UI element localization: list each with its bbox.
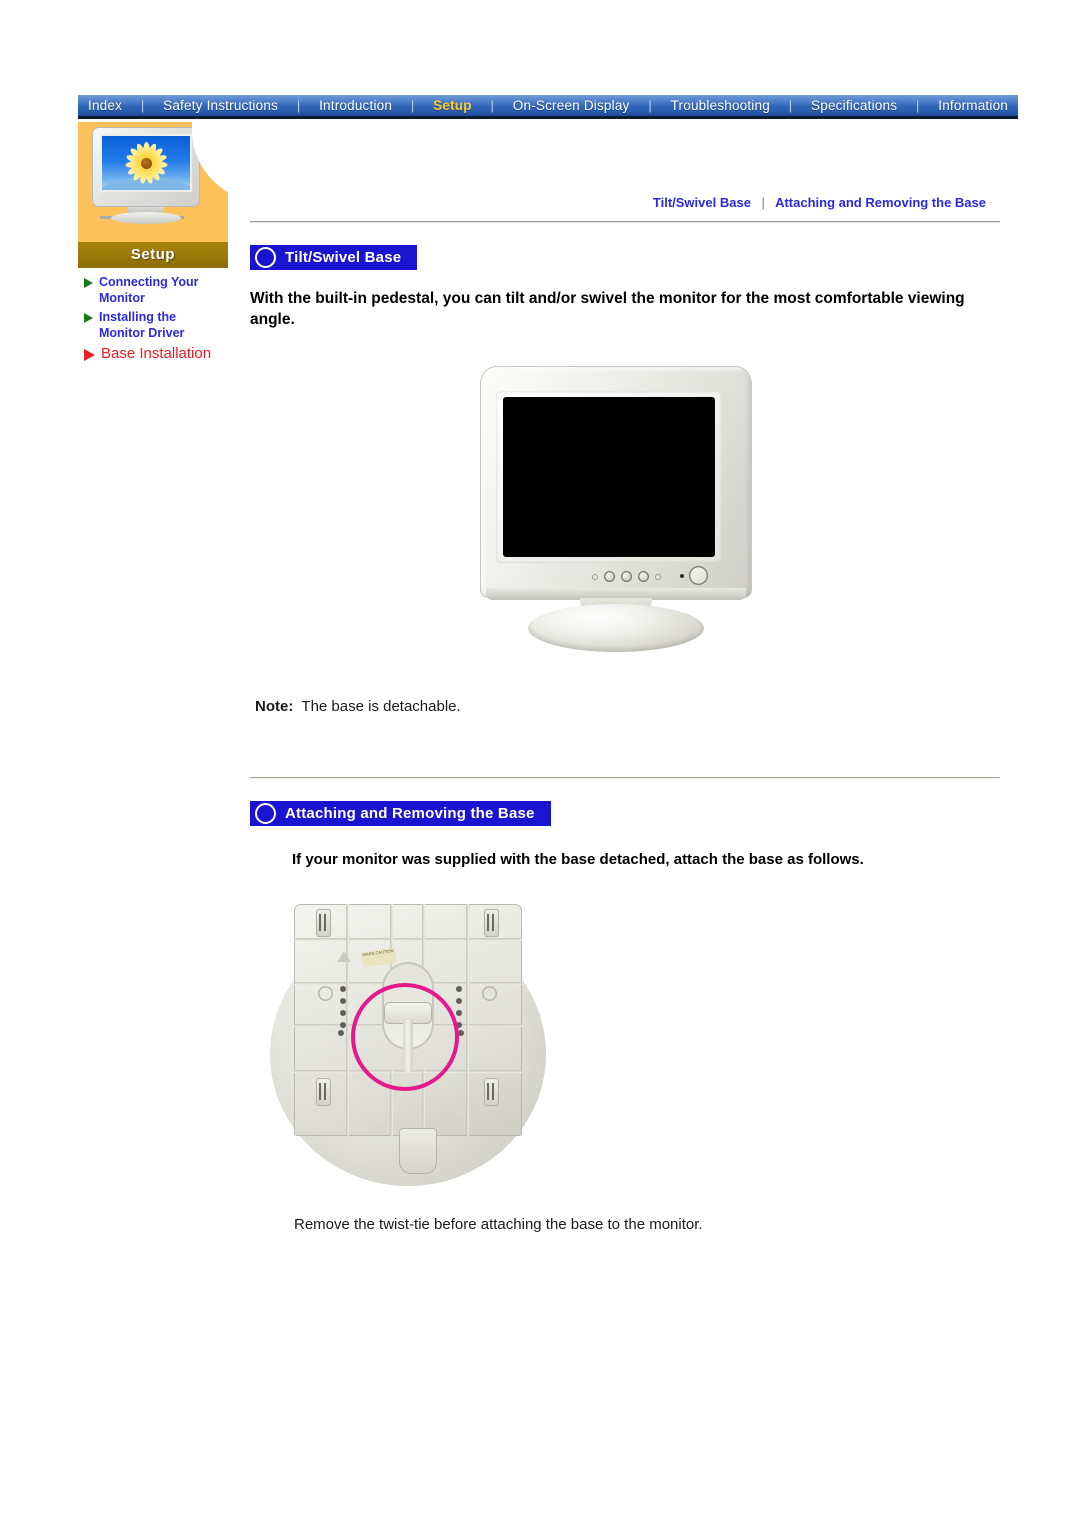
monitor-sunflower-icon [92, 127, 200, 224]
divider-middle [250, 777, 1000, 780]
crt-power-area [680, 566, 708, 586]
control-button-medium [604, 571, 615, 583]
base-clip-top-right [484, 909, 499, 938]
power-button-icon [689, 566, 708, 586]
sidebar-section-title: Setup [78, 242, 228, 268]
nav-item-setup[interactable]: Setup [433, 98, 472, 113]
section-body-text: With the built-in pedestal, you can tilt… [250, 290, 965, 328]
green-triangle-icon [84, 278, 93, 288]
nav-item-information[interactable]: Information [938, 98, 1008, 113]
nav-item-specifications[interactable]: Specifications [811, 98, 897, 113]
top-navigation-bar: Index | Safety Instructions | Introducti… [78, 95, 1018, 119]
base-clip-bottom-right [484, 1078, 499, 1107]
nav-separator: | [788, 98, 793, 113]
breadcrumb-link-attaching-and-removing-the-base[interactable]: Attaching and Removing the Base [775, 195, 986, 210]
green-triangle-icon [84, 313, 93, 323]
section-header-tilt-swivel-base: Tilt/Swivel Base [250, 245, 418, 270]
nav-separator: | [648, 98, 652, 113]
nav-separator: | [916, 98, 920, 113]
nav-separator: | [296, 98, 301, 113]
monitor-screen [100, 134, 192, 192]
sidebar: Setup Connecting Your Monitor Installing… [78, 122, 228, 366]
sunflower-icon [123, 140, 169, 186]
nav-separator: | [410, 98, 415, 113]
highlight-circle-annotation [351, 983, 459, 1092]
main-content: Tilt/Swivel Base | Attaching and Removin… [250, 122, 1002, 1233]
red-triangle-icon [84, 349, 95, 361]
control-button-medium [638, 571, 649, 583]
nav-item-introduction[interactable]: Introduction [319, 98, 392, 113]
base-dot-single-left [338, 1030, 344, 1042]
note-line: Note: The base is detachable. [250, 698, 1002, 715]
monitor-base [111, 212, 181, 224]
breadcrumb: Tilt/Swivel Base | Attaching and Removin… [250, 122, 1002, 210]
section-header-attaching-and-removing-the-base: Attaching and Removing the Base [250, 801, 551, 827]
figure-caption: Remove the twist-tie before attaching th… [294, 1216, 703, 1234]
warning-triangle-icon [336, 950, 352, 963]
power-led-icon [680, 573, 684, 578]
base-clip-top-left [316, 909, 331, 938]
breadcrumb-link-tilt-swivel-base[interactable]: Tilt/Swivel Base [653, 195, 751, 210]
sidebar-item-connecting-your-monitor[interactable]: Connecting Your Monitor [82, 274, 228, 306]
nav-separator: | [490, 98, 494, 113]
sidebar-thumbnail-panel [78, 122, 228, 242]
breadcrumb-separator: | [761, 195, 765, 210]
base-hole-right [482, 986, 497, 1001]
control-button-medium [621, 571, 632, 583]
sidebar-item-label: Installing the Monitor Driver [99, 310, 185, 340]
monitor-base-photo: WARN CAUTION [268, 898, 568, 1198]
sidebar-item-base-installation[interactable]: Base Installation [82, 344, 228, 363]
control-button-small [655, 573, 661, 580]
section-title: Tilt/Swivel Base [285, 249, 402, 266]
crt-monitor-figure [472, 366, 762, 656]
base-clip-bottom-left [316, 1078, 331, 1107]
nav-separator: | [140, 98, 145, 113]
base-release-tab [399, 1128, 437, 1175]
nav-item-index[interactable]: Index [88, 98, 122, 113]
divider-top [250, 221, 1000, 223]
section-title: Attaching and Removing the Base [285, 805, 535, 823]
sidebar-item-label: Connecting Your Monitor [99, 275, 199, 305]
control-button-small [592, 573, 598, 580]
note-text: The base is detachable. [301, 698, 461, 716]
base-hole-left [318, 986, 333, 1001]
nav-item-safety-instructions[interactable]: Safety Instructions [163, 98, 278, 113]
bullet-circle-icon [255, 803, 276, 825]
nav-item-troubleshooting[interactable]: Troubleshooting [671, 98, 770, 113]
base-dot-column-left [340, 986, 346, 1034]
sunflower-core [140, 157, 152, 169]
sidebar-menu: Connecting Your Monitor Installing the M… [78, 268, 228, 363]
crt-control-buttons [592, 571, 661, 583]
crt-screen [503, 397, 715, 558]
bullet-circle-icon [255, 247, 276, 268]
nav-item-on-screen-display[interactable]: On-Screen Display [513, 98, 630, 113]
sidebar-item-label: Base Installation [101, 345, 212, 362]
crt-swivel-base [528, 604, 704, 653]
sidebar-item-installing-the-monitor-driver[interactable]: Installing the Monitor Driver [82, 309, 228, 341]
note-label: Note: [255, 698, 294, 716]
section-body-text: If your monitor was supplied with the ba… [292, 851, 864, 869]
